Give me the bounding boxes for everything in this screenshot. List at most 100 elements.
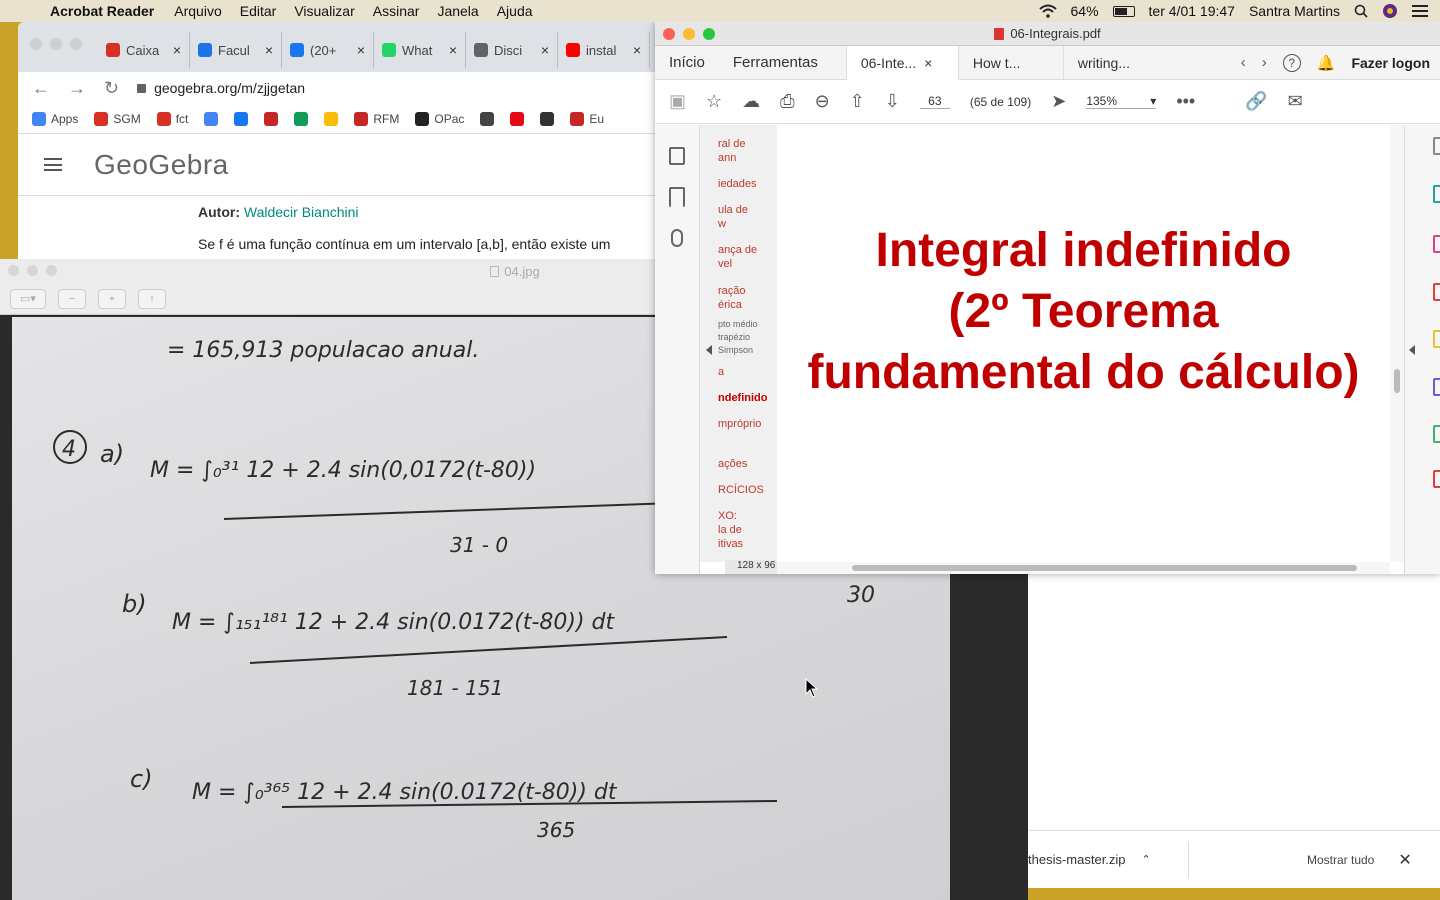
bookmark-item[interactable]: w (718, 217, 776, 231)
bookmarks-ribbon-icon[interactable] (669, 187, 685, 207)
tool-icon[interactable] (1433, 330, 1440, 348)
bookmark-item[interactable]: iedades (718, 177, 776, 191)
bookmark-rfm[interactable]: RFM (354, 111, 399, 126)
bookmark-subitem[interactable]: pto médio (718, 317, 776, 331)
siri-icon[interactable] (1382, 3, 1398, 19)
pages-thumbnails-icon[interactable] (669, 147, 685, 165)
doc-tab-writing[interactable]: writing... (1062, 45, 1168, 80)
doc-tab-how[interactable]: How t... (957, 45, 1063, 80)
close-downloads-icon[interactable]: ✕ (1398, 850, 1411, 870)
upload-cloud-icon[interactable]: ☁ (742, 91, 760, 112)
tool-icon[interactable] (1433, 185, 1440, 203)
tool-icon[interactable] (1433, 235, 1440, 253)
bookmark-apps[interactable]: Apps (32, 111, 78, 126)
bookmark-item[interactable]: vel (718, 257, 776, 271)
download-item[interactable]: thesis-master.zip ⌃ (1028, 852, 1188, 867)
help-icon[interactable]: ? (1282, 53, 1301, 72)
bookmark-eu[interactable]: Eu (570, 111, 604, 126)
share-icon[interactable]: ↑ (138, 288, 166, 309)
next-page-icon[interactable]: ⇩ (885, 91, 900, 112)
zoom-in-icon[interactable]: + (98, 288, 126, 309)
apple-menu-icon[interactable] (12, 3, 28, 19)
collapse-panel-icon[interactable] (706, 345, 712, 355)
bookmark-11[interactable] (480, 111, 495, 126)
close-tab-icon[interactable]: × (173, 42, 181, 58)
bookmark-item[interactable]: ança de (718, 243, 776, 257)
hamburger-menu-icon[interactable] (44, 158, 62, 171)
chrome-tab-disciplina[interactable]: Disci × (466, 32, 558, 68)
reload-icon[interactable]: ↻ (104, 78, 119, 99)
bookmark-subitem[interactable]: Simpson (718, 343, 776, 357)
chrome-tab-youtube[interactable]: instal × (558, 32, 650, 68)
close-tab-icon[interactable]: × (357, 42, 365, 58)
email-icon[interactable]: ✉ (1288, 91, 1303, 112)
select-cursor-icon[interactable]: ➤ (1051, 91, 1066, 112)
tool-icon[interactable] (1433, 137, 1440, 155)
tool-icon[interactable] (1433, 470, 1440, 488)
download-file-name[interactable]: thesis-master.zip (1028, 852, 1126, 867)
more-tools-icon[interactable]: ••• (1176, 91, 1195, 112)
close-tab-icon[interactable]: × (924, 55, 932, 71)
scroll-thumb[interactable] (852, 565, 1357, 571)
tabs-next-icon[interactable]: › (1262, 54, 1267, 71)
bookmark-item[interactable]: ula de (718, 203, 776, 217)
sign-in-button[interactable]: Fazer logon (1351, 55, 1430, 71)
menu-user-name[interactable]: Santra Martins (1249, 3, 1340, 19)
minimize-window-icon[interactable] (27, 265, 38, 276)
bookmark-photos[interactable] (324, 111, 339, 126)
menu-assinar[interactable]: Assinar (373, 3, 420, 19)
bookmark-item[interactable]: ral de (718, 137, 776, 151)
app-menu-name[interactable]: Acrobat Reader (50, 3, 154, 19)
bookmark-item[interactable]: RCÍCIOS (718, 483, 776, 497)
show-all-downloads-button[interactable]: Mostrar tudo (1307, 853, 1374, 867)
forward-arrow-icon[interactable]: → (68, 78, 86, 99)
save-icon[interactable]: ▣ (669, 91, 686, 112)
sidebar-toggle-icon[interactable]: ▭▾ (10, 288, 46, 309)
tool-icon[interactable] (1433, 425, 1440, 443)
bookmark-google[interactable] (204, 111, 219, 126)
bookmark-item[interactable]: a (718, 365, 776, 379)
bookmark-star-icon[interactable]: ☆ (706, 91, 722, 112)
menu-visualizar[interactable]: Visualizar (294, 3, 354, 19)
bookmark-subitem[interactable]: trapézio (718, 330, 776, 344)
bookmark-opac[interactable]: OPac (415, 111, 464, 126)
minimize-window-icon[interactable] (50, 38, 62, 50)
bookmark-6[interactable] (264, 111, 279, 126)
address-bar[interactable]: geogebra.org/m/zjjgetan (137, 80, 305, 96)
expand-tools-panel-icon[interactable] (1409, 345, 1415, 355)
bookmark-sgm[interactable]: SGM (94, 111, 141, 126)
notifications-bell-icon[interactable]: 🔔 (1317, 54, 1336, 72)
maximize-window-icon[interactable] (703, 28, 715, 40)
bookmark-item[interactable]: ração (718, 284, 776, 298)
bookmark-item[interactable]: itivas (718, 537, 776, 551)
bookmark-item[interactable]: XO: (718, 509, 776, 523)
zoom-out-magnifier-icon[interactable]: ⊖ (815, 91, 830, 112)
chrome-tab-facebook[interactable]: (20+ × (282, 32, 374, 68)
menu-janela[interactable]: Janela (437, 3, 478, 19)
bookmark-item[interactable]: la de (718, 523, 776, 537)
horizontal-scrollbar[interactable] (777, 562, 1390, 574)
doc-tab-integrais[interactable]: 06-Inte... × (845, 45, 958, 80)
tool-icon[interactable] (1433, 283, 1440, 301)
geogebra-logo[interactable]: GeoGebra (94, 149, 229, 181)
close-window-icon[interactable] (30, 38, 42, 50)
close-tab-icon[interactable]: × (449, 42, 457, 58)
wifi-icon[interactable] (1038, 4, 1057, 18)
chrome-tab-gmail[interactable]: Caixa × (98, 32, 190, 68)
bookmark-item[interactable]: ações (718, 457, 776, 471)
maximize-window-icon[interactable] (70, 38, 82, 50)
bookmark-facebook[interactable] (234, 111, 249, 126)
menu-ajuda[interactable]: Ajuda (497, 3, 533, 19)
nav-ferramentas[interactable]: Ferramentas (719, 54, 832, 71)
close-tab-icon[interactable]: × (265, 42, 273, 58)
menu-datetime[interactable]: ter 4/01 19:47 (1149, 3, 1235, 19)
zoom-select[interactable]: 135% ▾ (1086, 94, 1157, 109)
vertical-scrollbar[interactable] (1390, 125, 1404, 562)
tool-icon[interactable] (1433, 378, 1440, 396)
spotlight-search-icon[interactable] (1354, 4, 1368, 18)
print-icon[interactable]: ⎙ (780, 91, 794, 112)
back-arrow-icon[interactable]: ← (32, 78, 50, 99)
bookmark-drive[interactable] (294, 111, 309, 126)
close-tab-icon[interactable]: × (541, 42, 549, 58)
menu-editar[interactable]: Editar (240, 3, 277, 19)
